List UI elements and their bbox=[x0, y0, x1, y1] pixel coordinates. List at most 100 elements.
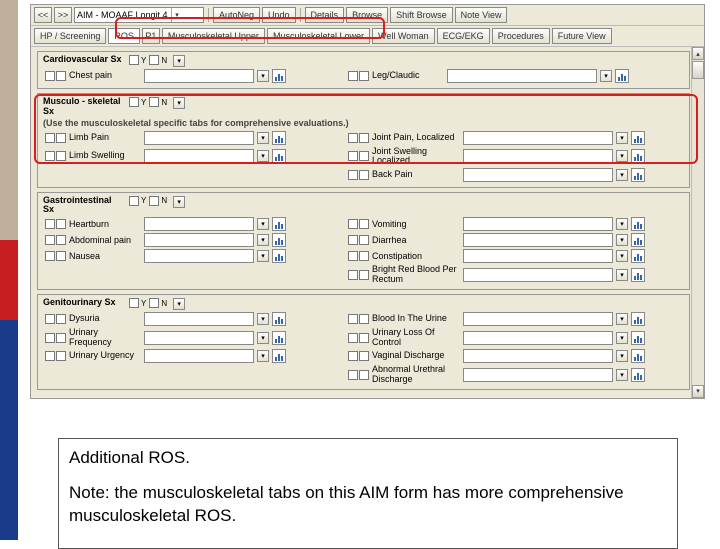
symptom-input[interactable] bbox=[463, 368, 613, 382]
check-y[interactable] bbox=[45, 314, 55, 324]
check-n[interactable] bbox=[56, 151, 66, 161]
row-yn[interactable] bbox=[348, 314, 369, 324]
tab-ros[interactable]: ROS bbox=[108, 28, 140, 44]
chart-icon[interactable] bbox=[615, 69, 629, 83]
section-yn-toggle[interactable]: Y N bbox=[129, 55, 169, 65]
autoneg-button[interactable]: AutoNeg bbox=[213, 7, 260, 23]
tab-hp-screening[interactable]: HP / Screening bbox=[34, 28, 106, 44]
chevron-down-icon[interactable]: ▾ bbox=[257, 250, 269, 262]
chart-icon[interactable] bbox=[631, 268, 645, 282]
row-yn[interactable] bbox=[45, 235, 66, 245]
check-n[interactable] bbox=[359, 133, 369, 143]
check-y[interactable] bbox=[348, 235, 358, 245]
check-y[interactable] bbox=[45, 333, 55, 343]
check-y[interactable] bbox=[348, 219, 358, 229]
shift-browse-button[interactable]: Shift Browse bbox=[390, 7, 453, 23]
chevron-down-icon[interactable]: ▾ bbox=[257, 313, 269, 325]
chevron-down-icon[interactable]: ▾ bbox=[616, 132, 628, 144]
check-n[interactable] bbox=[359, 333, 369, 343]
tab-musc-lower[interactable]: Musculoskeletal Lower bbox=[267, 28, 370, 44]
check-y[interactable] bbox=[348, 351, 358, 361]
symptom-input[interactable] bbox=[463, 168, 613, 182]
chevron-down-icon[interactable]: ▾ bbox=[616, 269, 628, 281]
row-yn[interactable] bbox=[348, 351, 369, 361]
row-yn[interactable] bbox=[348, 71, 369, 81]
check-n[interactable] bbox=[359, 270, 369, 280]
chevron-down-icon[interactable]: ▾ bbox=[257, 132, 269, 144]
row-yn[interactable] bbox=[348, 251, 369, 261]
chevron-down-icon[interactable]: ▾ bbox=[257, 218, 269, 230]
row-yn[interactable] bbox=[45, 251, 66, 261]
undo-button[interactable]: Undo bbox=[262, 7, 296, 23]
section-yn-toggle[interactable]: Y N bbox=[129, 196, 169, 206]
chart-icon[interactable] bbox=[272, 349, 286, 363]
check-n[interactable] bbox=[359, 71, 369, 81]
symptom-input[interactable] bbox=[144, 217, 254, 231]
scroll-up-icon[interactable]: ▴ bbox=[692, 47, 704, 60]
row-yn[interactable] bbox=[45, 151, 66, 161]
nav-back-button[interactable]: << bbox=[34, 7, 52, 23]
chart-icon[interactable] bbox=[272, 233, 286, 247]
chevron-down-icon[interactable]: ▾ bbox=[257, 150, 269, 162]
check-n[interactable] bbox=[56, 333, 66, 343]
chevron-down-icon[interactable]: ▾ bbox=[257, 234, 269, 246]
symptom-input[interactable] bbox=[447, 69, 597, 83]
check-y[interactable] bbox=[348, 251, 358, 261]
check-y[interactable] bbox=[348, 314, 358, 324]
check-y[interactable] bbox=[348, 151, 358, 161]
row-yn[interactable] bbox=[45, 71, 66, 81]
scroll-down-icon[interactable]: ▾ bbox=[692, 385, 704, 398]
check-y[interactable] bbox=[348, 370, 358, 380]
chart-icon[interactable] bbox=[272, 149, 286, 163]
chevron-down-icon[interactable]: ▾ bbox=[616, 332, 628, 344]
check-y[interactable] bbox=[129, 298, 139, 308]
check-y[interactable] bbox=[129, 55, 139, 65]
check-n[interactable] bbox=[56, 71, 66, 81]
check-n[interactable] bbox=[359, 314, 369, 324]
check-y[interactable] bbox=[45, 151, 55, 161]
row-yn[interactable] bbox=[348, 270, 369, 280]
check-y[interactable] bbox=[45, 71, 55, 81]
row-yn[interactable] bbox=[45, 133, 66, 143]
chevron-down-icon[interactable]: ▾ bbox=[616, 250, 628, 262]
symptom-input[interactable] bbox=[463, 268, 613, 282]
check-y[interactable] bbox=[348, 170, 358, 180]
symptom-input[interactable] bbox=[144, 249, 254, 263]
chart-icon[interactable] bbox=[631, 312, 645, 326]
nav-fwd-button[interactable]: >> bbox=[54, 7, 72, 23]
row-yn[interactable] bbox=[348, 219, 369, 229]
note-view-button[interactable]: Note View bbox=[455, 7, 508, 23]
tab-musc-upper[interactable]: Musculoskeletal Upper bbox=[162, 28, 265, 44]
symptom-input[interactable] bbox=[463, 331, 613, 345]
check-n[interactable] bbox=[359, 351, 369, 361]
chevron-down-icon[interactable]: ▾ bbox=[173, 196, 185, 208]
symptom-input[interactable] bbox=[463, 249, 613, 263]
row-yn[interactable] bbox=[45, 351, 66, 361]
browse-button[interactable]: Browse bbox=[346, 7, 388, 23]
symptom-input[interactable] bbox=[144, 233, 254, 247]
row-yn[interactable] bbox=[348, 333, 369, 343]
chevron-down-icon[interactable]: ▾ bbox=[173, 55, 185, 67]
symptom-input[interactable] bbox=[463, 131, 613, 145]
chart-icon[interactable] bbox=[631, 331, 645, 345]
check-n[interactable] bbox=[149, 196, 159, 206]
check-y[interactable] bbox=[348, 133, 358, 143]
symptom-input[interactable] bbox=[463, 149, 613, 163]
chevron-down-icon[interactable]: ▾ bbox=[616, 313, 628, 325]
chevron-down-icon[interactable]: ▾ bbox=[616, 218, 628, 230]
tab-page-number[interactable]: P1 bbox=[142, 28, 160, 44]
row-yn[interactable] bbox=[45, 333, 66, 343]
chevron-down-icon[interactable]: ▾ bbox=[600, 70, 612, 82]
check-n[interactable] bbox=[359, 370, 369, 380]
check-y[interactable] bbox=[129, 97, 139, 107]
check-n[interactable] bbox=[359, 170, 369, 180]
chevron-down-icon[interactable]: ▾ bbox=[616, 369, 628, 381]
chart-icon[interactable] bbox=[272, 217, 286, 231]
check-n[interactable] bbox=[359, 235, 369, 245]
chevron-down-icon[interactable]: ▾ bbox=[616, 350, 628, 362]
scroll-thumb[interactable] bbox=[692, 61, 704, 79]
chart-icon[interactable] bbox=[272, 249, 286, 263]
symptom-input[interactable] bbox=[144, 331, 254, 345]
row-yn[interactable] bbox=[45, 219, 66, 229]
row-yn[interactable] bbox=[348, 133, 369, 143]
